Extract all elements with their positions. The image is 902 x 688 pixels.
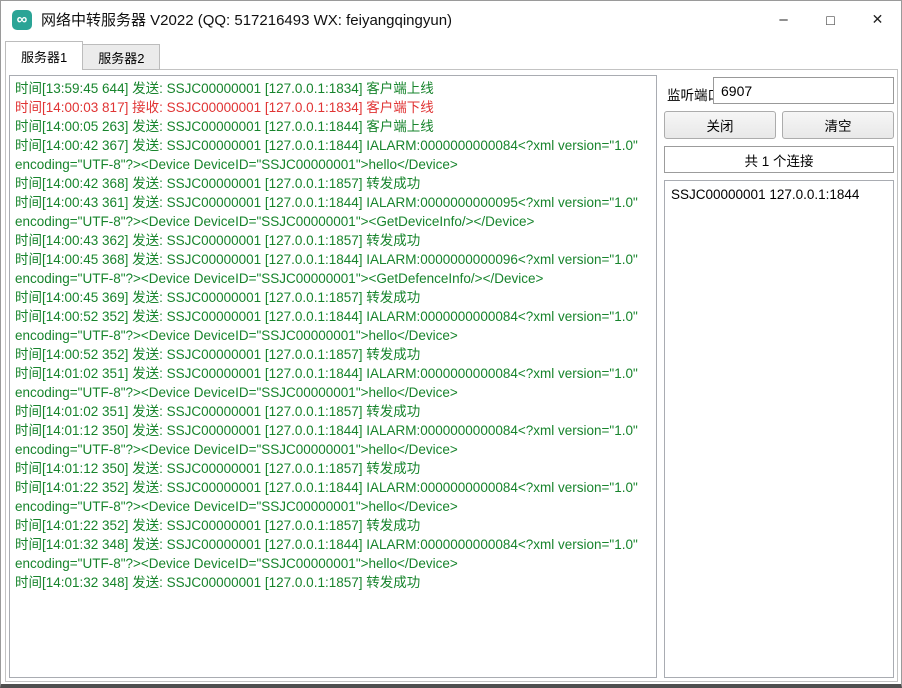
listen-port-input[interactable] — [713, 77, 894, 104]
log-entry: 时间[14:01:02 351] 发送: SSJC00000001 [127.0… — [15, 402, 651, 421]
log-entry: 时间[14:00:42 368] 发送: SSJC00000001 [127.0… — [15, 174, 651, 193]
log-entry: 时间[14:00:03 817] 接收: SSJC00000001 [127.0… — [15, 98, 651, 117]
log-entry: 时间[14:01:12 350] 发送: SSJC00000001 [127.0… — [15, 421, 651, 459]
log-entry: 时间[14:01:32 348] 发送: SSJC00000001 [127.0… — [15, 535, 651, 573]
log-entry: 时间[14:01:22 352] 发送: SSJC00000001 [127.0… — [15, 478, 651, 516]
log-entry: 时间[14:00:52 352] 发送: SSJC00000001 [127.0… — [15, 307, 651, 345]
close-server-button[interactable]: 关闭 — [664, 111, 776, 139]
window-controls: – □ ✕ — [760, 1, 901, 38]
connection-list[interactable]: SSJC00000001 127.0.0.1:1844 — [664, 180, 894, 678]
connection-list-item[interactable]: SSJC00000001 127.0.0.1:1844 — [671, 185, 887, 204]
close-window-button[interactable]: ✕ — [854, 1, 901, 38]
tab-server1[interactable]: 服务器1 — [5, 41, 83, 70]
minimize-button[interactable]: – — [760, 1, 807, 38]
app-window: { "window": { "title": "网络中转服务器 V2022 (Q… — [0, 0, 902, 688]
log-entry: 时间[13:59:45 644] 发送: SSJC00000001 [127.0… — [15, 79, 651, 98]
connection-count-label: 共 1 个连接 — [664, 146, 894, 173]
log-entry: 时间[14:00:45 368] 发送: SSJC00000001 [127.0… — [15, 250, 651, 288]
log-entry: 时间[14:00:05 263] 发送: SSJC00000001 [127.0… — [15, 117, 651, 136]
log-entry: 时间[14:00:43 362] 发送: SSJC00000001 [127.0… — [15, 231, 651, 250]
log-entry: 时间[14:01:12 350] 发送: SSJC00000001 [127.0… — [15, 459, 651, 478]
log-entry: 时间[14:00:52 352] 发送: SSJC00000001 [127.0… — [15, 345, 651, 364]
log-textedit[interactable]: 时间[13:59:45 644] 发送: SSJC00000001 [127.0… — [9, 75, 657, 678]
log-entry: 时间[14:00:42 367] 发送: SSJC00000001 [127.0… — [15, 136, 651, 174]
log-entry: 时间[14:00:45 369] 发送: SSJC00000001 [127.0… — [15, 288, 651, 307]
tab-server2[interactable]: 服务器2 — [82, 44, 160, 70]
log-entry: 时间[14:01:22 352] 发送: SSJC00000001 [127.0… — [15, 516, 651, 535]
log-entry: 时间[14:00:43 361] 发送: SSJC00000001 [127.0… — [15, 193, 651, 231]
clear-log-button[interactable]: 清空 — [782, 111, 894, 139]
title-bar: ∞ 网络中转服务器 V2022 (QQ: 517216493 WX: feiya… — [1, 1, 901, 38]
app-logo-icon: ∞ — [12, 10, 32, 30]
tab-bar: 服务器1 服务器2 — [5, 41, 160, 70]
maximize-button[interactable]: □ — [807, 1, 854, 38]
window-title: 网络中转服务器 V2022 (QQ: 517216493 WX: feiyang… — [41, 9, 452, 30]
log-entry: 时间[14:01:32 348] 发送: SSJC00000001 [127.0… — [15, 573, 651, 592]
log-entry: 时间[14:01:02 351] 发送: SSJC00000001 [127.0… — [15, 364, 651, 402]
